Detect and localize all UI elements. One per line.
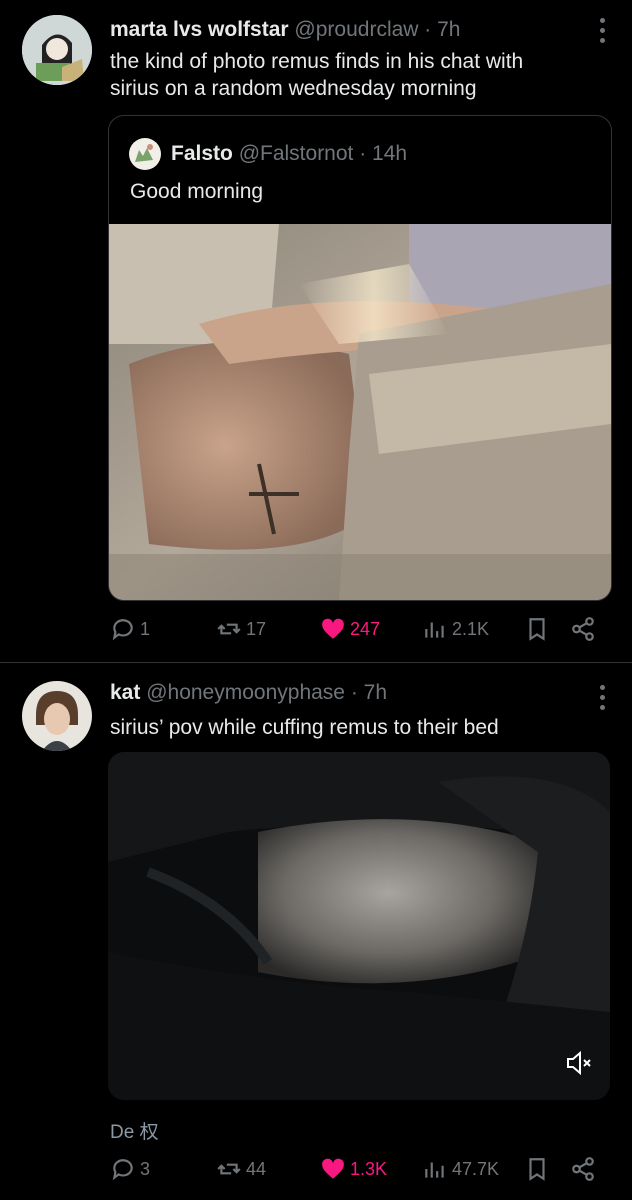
quoted-post[interactable]: Falsto @Falstornot · 14h Good morning — [108, 115, 612, 601]
more-icon[interactable] — [598, 685, 606, 710]
views-count: 47.7K — [452, 1158, 500, 1179]
reply-count: 1 — [140, 618, 151, 639]
reply-button[interactable]: 3 — [110, 1156, 150, 1182]
quote-header: Falsto @Falstornot · 14h — [129, 138, 407, 170]
avatar-illustration — [22, 681, 92, 751]
post-1[interactable]: marta lvs wolfstar @proudrclaw · 7h the … — [0, 0, 632, 662]
views-button[interactable]: 2.1K — [422, 616, 489, 642]
bookmark-icon — [529, 618, 545, 641]
like-count: 247 — [350, 618, 381, 639]
like-icon — [322, 618, 344, 639]
action-bar: 3 44 1.3K 47.7K — [110, 1156, 610, 1186]
translate-link[interactable]: De 权 — [110, 1117, 159, 1144]
author-meta[interactable]: @proudrclaw · 7h — [294, 18, 460, 41]
repost-count: 17 — [246, 618, 267, 639]
post-text-line: the kind of photo remus finds in his cha… — [110, 50, 524, 73]
repost-icon — [217, 623, 241, 635]
share-button[interactable] — [570, 616, 600, 642]
like-button[interactable]: 1.3K — [320, 1156, 387, 1182]
avatar-illustration — [22, 15, 92, 85]
author-name[interactable]: kat — [110, 681, 140, 704]
views-icon — [425, 1162, 444, 1178]
author-name[interactable]: marta lvs wolfstar — [110, 18, 289, 41]
bookmark-button[interactable] — [524, 616, 554, 642]
post-video[interactable] — [108, 752, 610, 1100]
quote-author-name[interactable]: Falsto — [171, 141, 233, 167]
quoted-post-photo[interactable] — [109, 224, 611, 600]
post-header: kat @honeymoonyphase · 7h — [110, 680, 387, 706]
post-text: sirius’ pov while cuffing remus to their… — [110, 716, 499, 739]
action-bar: 1 17 247 2.1K — [110, 616, 610, 646]
reply-count: 3 — [140, 1158, 151, 1179]
quote-author-meta[interactable]: @Falstornot · 14h — [239, 141, 407, 167]
bookmark-button[interactable] — [524, 1156, 554, 1182]
views-count: 2.1K — [452, 618, 490, 639]
like-icon — [322, 1158, 344, 1179]
repost-button[interactable]: 44 — [216, 1156, 266, 1182]
reply-button[interactable]: 1 — [110, 616, 150, 642]
like-button[interactable]: 247 — [320, 616, 380, 642]
post-header: marta lvs wolfstar @proudrclaw · 7h — [110, 17, 460, 43]
repost-icon — [217, 1163, 241, 1175]
post-text-line: sirius on a random wednesday morning — [110, 77, 477, 100]
views-button[interactable]: 47.7K — [422, 1156, 499, 1182]
reply-icon — [112, 1159, 133, 1181]
views-icon — [425, 622, 444, 638]
quote-text: Good morning — [130, 180, 264, 203]
reply-icon — [112, 619, 133, 641]
like-count: 1.3K — [350, 1158, 388, 1179]
author-avatar[interactable] — [22, 681, 92, 751]
share-icon — [572, 617, 594, 641]
more-icon[interactable] — [598, 18, 606, 43]
share-button[interactable] — [570, 1156, 600, 1182]
repost-button[interactable]: 17 — [216, 616, 266, 642]
post-text: the kind of photo remus finds in his cha… — [110, 48, 610, 102]
quote-avatar — [129, 138, 161, 170]
bookmark-icon — [529, 1158, 545, 1181]
repost-count: 44 — [246, 1158, 267, 1179]
author-avatar[interactable] — [22, 15, 92, 85]
mute-icon[interactable] — [564, 1048, 594, 1078]
share-icon — [572, 1157, 594, 1181]
author-meta[interactable]: @honeymoonyphase · 7h — [146, 681, 387, 704]
